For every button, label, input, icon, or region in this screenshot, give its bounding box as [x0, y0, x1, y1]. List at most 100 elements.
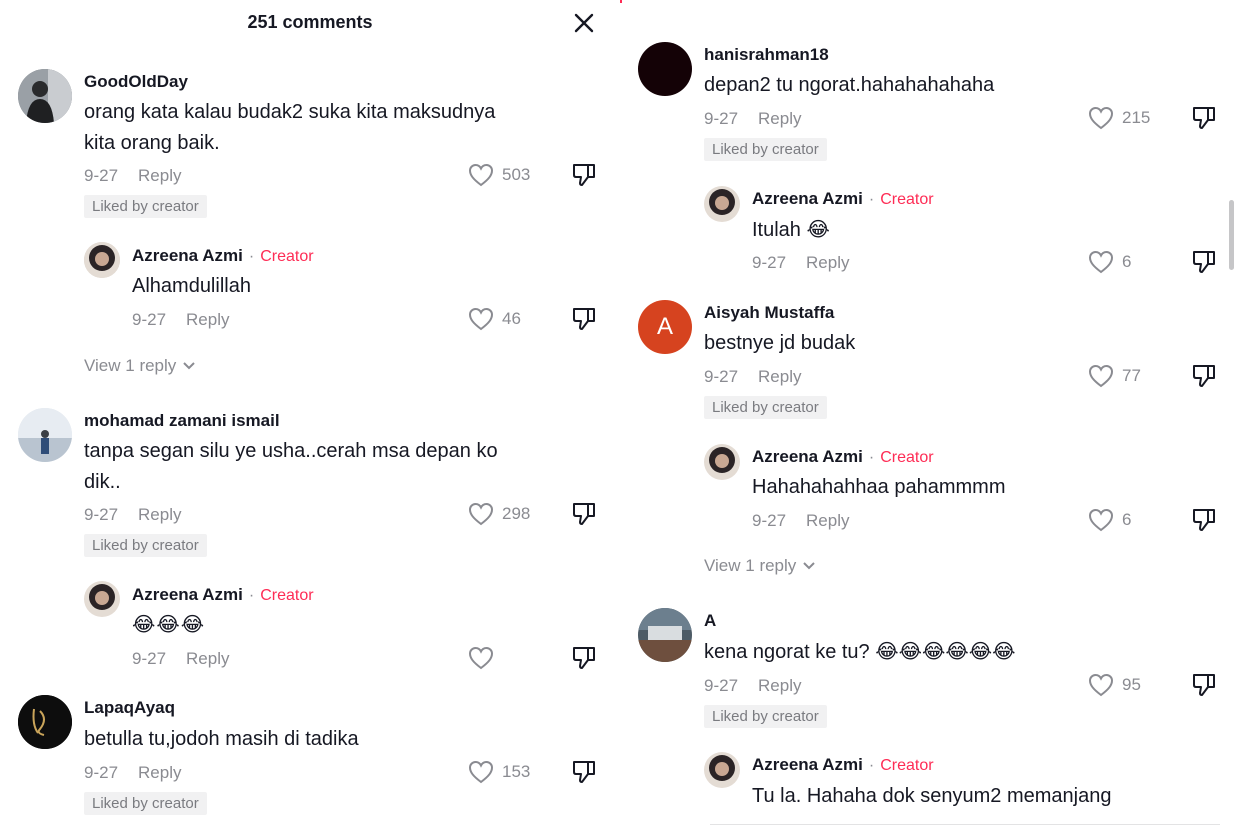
reply-button[interactable]: Reply — [758, 367, 801, 386]
avatar[interactable] — [638, 42, 692, 96]
avatar[interactable] — [84, 242, 120, 278]
view-replies-button[interactable]: View 1 reply — [704, 556, 816, 576]
comment-date: 9-27 — [704, 676, 739, 695]
like-button[interactable]: 153 — [468, 760, 530, 784]
close-icon[interactable] — [570, 9, 598, 37]
like-button[interactable]: 6 — [1088, 508, 1131, 532]
comment-meta: 9-27 Reply — [704, 367, 802, 387]
avatar[interactable] — [18, 408, 72, 462]
comment-username[interactable]: LapaqAyaq — [84, 698, 175, 718]
avatar[interactable] — [704, 444, 740, 480]
reply-button[interactable]: Reply — [758, 109, 801, 128]
reply-username: Azreena Azmi · Creator — [752, 189, 934, 208]
like-button[interactable]: 46 — [468, 307, 521, 331]
comment-username[interactable]: hanisrahman18 — [704, 45, 829, 65]
comment-text: dik.. — [84, 471, 121, 493]
reply-username: Azreena Azmi · Creator — [752, 755, 934, 774]
comment-text: betulla tu,jodoh masih di tadika — [84, 728, 359, 750]
creator-tag: Creator — [880, 449, 934, 466]
reply-button[interactable]: Reply — [806, 253, 849, 272]
view-replies-button[interactable]: View 1 reply — [84, 356, 196, 376]
scrollbar[interactable] — [1229, 200, 1234, 270]
comment-date: 9-27 — [84, 166, 119, 185]
liked-by-creator-badge: Liked by creator — [84, 792, 207, 815]
reply-button[interactable]: Reply — [138, 763, 181, 782]
creator-name[interactable]: Azreena Azmi — [752, 189, 863, 208]
reply-button[interactable]: Reply — [806, 511, 849, 530]
avatar[interactable] — [638, 608, 692, 662]
comment-meta: 9-27 Reply — [704, 109, 802, 129]
dislike-icon[interactable] — [571, 501, 597, 532]
avatar[interactable]: A — [638, 300, 692, 354]
like-button[interactable]: 77 — [1088, 364, 1141, 388]
comment-username[interactable]: mohamad zamani ismail — [84, 411, 280, 431]
heart-icon — [1088, 364, 1114, 388]
dislike-icon[interactable] — [571, 645, 597, 676]
comment-meta: 9-27 Reply — [84, 166, 182, 186]
avatar[interactable] — [704, 186, 740, 222]
comment-meta: 9-27 Reply — [752, 253, 850, 273]
like-button[interactable]: 503 — [468, 163, 530, 187]
heart-icon — [1088, 250, 1114, 274]
heart-icon — [468, 307, 494, 331]
divider-line — [710, 824, 1220, 825]
heart-icon — [468, 502, 494, 526]
dislike-icon[interactable] — [571, 759, 597, 790]
creator-tag: Creator — [880, 757, 934, 774]
like-count: 6 — [1122, 252, 1132, 271]
heart-icon — [468, 646, 494, 670]
dislike-icon[interactable] — [1191, 672, 1217, 703]
heart-icon — [468, 760, 494, 784]
comment-date: 9-27 — [132, 649, 167, 668]
comment-date: 9-27 — [132, 310, 167, 329]
reply-text: Itulah 😂 — [752, 219, 830, 241]
dislike-icon[interactable] — [1191, 105, 1217, 136]
comment-text: tanpa segan silu ye usha..cerah msa depa… — [84, 440, 498, 462]
comment-meta: 9-27 Reply — [132, 310, 230, 330]
like-button[interactable]: 298 — [468, 502, 530, 526]
comment-date: 9-27 — [84, 505, 119, 524]
comments-panel-right: hanisrahman18 depan2 tu ngorat.hahahahah… — [620, 0, 1240, 827]
comment-date: 9-27 — [752, 253, 787, 272]
comment-meta: 9-27 Reply — [704, 676, 802, 696]
liked-by-creator-badge: Liked by creator — [84, 195, 207, 218]
reply-username: Azreena Azmi · Creator — [752, 447, 934, 466]
reply-text: Alhamdulillah — [132, 275, 251, 297]
avatar[interactable] — [704, 752, 740, 788]
creator-name[interactable]: Azreena Azmi — [132, 246, 243, 265]
comment-username[interactable]: A — [704, 611, 716, 631]
heart-icon — [1088, 673, 1114, 697]
comment-username[interactable]: Aisyah Mustaffa — [704, 303, 834, 323]
like-button[interactable]: 6 — [1088, 250, 1131, 274]
liked-by-creator-badge: Liked by creator — [84, 534, 207, 557]
heart-icon — [1088, 508, 1114, 532]
reply-button[interactable]: Reply — [138, 166, 181, 185]
comment-meta: 9-27 Reply — [752, 511, 850, 531]
creator-name[interactable]: Azreena Azmi — [132, 585, 243, 604]
reply-button[interactable]: Reply — [186, 649, 229, 668]
dislike-icon[interactable] — [1191, 507, 1217, 538]
reply-username: Azreena Azmi · Creator — [132, 585, 314, 604]
avatar[interactable] — [18, 695, 72, 749]
avatar[interactable] — [84, 581, 120, 617]
comments-header: 251 comments — [0, 0, 614, 44]
dislike-icon[interactable] — [571, 306, 597, 337]
creator-name[interactable]: Azreena Azmi — [752, 755, 863, 774]
dislike-icon[interactable] — [1191, 363, 1217, 394]
like-count: 215 — [1122, 108, 1151, 127]
reply-button[interactable]: Reply — [138, 505, 181, 524]
comment-date: 9-27 — [752, 511, 787, 530]
like-button[interactable]: 95 — [1088, 673, 1141, 697]
creator-name[interactable]: Azreena Azmi — [752, 447, 863, 466]
comment-date: 9-27 — [704, 367, 739, 386]
reply-button[interactable]: Reply — [758, 676, 801, 695]
dislike-icon[interactable] — [1191, 249, 1217, 280]
like-button[interactable] — [468, 646, 502, 670]
dislike-icon[interactable] — [571, 162, 597, 193]
comment-username[interactable]: GoodOldDay — [84, 72, 188, 92]
heart-icon — [1088, 106, 1114, 130]
like-button[interactable]: 215 — [1088, 106, 1150, 130]
avatar[interactable] — [18, 69, 72, 123]
reply-button[interactable]: Reply — [186, 310, 229, 329]
top-edge — [620, 0, 622, 3]
